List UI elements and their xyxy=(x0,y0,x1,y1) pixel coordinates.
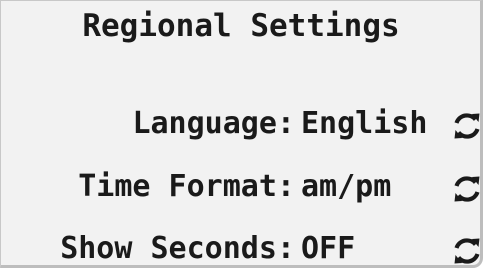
cycle-time-format-button[interactable] xyxy=(450,172,484,206)
setting-row-show-seconds: Show Seconds: OFF xyxy=(1,229,489,269)
setting-value-show-seconds: OFF xyxy=(301,231,356,266)
setting-label-time-format: Time Format: xyxy=(78,169,295,204)
setting-label-language: Language: xyxy=(132,106,295,141)
refresh-icon xyxy=(454,113,480,139)
setting-label-show-seconds: Show Seconds: xyxy=(60,231,295,266)
setting-value-time-format: am/pm xyxy=(301,169,392,204)
refresh-icon xyxy=(454,176,480,202)
setting-row-language: Language: English xyxy=(1,104,489,144)
settings-panel: Regional Settings Language: English Time… xyxy=(0,0,483,268)
cycle-show-seconds-button[interactable] xyxy=(450,234,484,268)
setting-row-time-format: Time Format: am/pm xyxy=(1,167,489,207)
refresh-icon xyxy=(454,238,480,264)
setting-value-language: English xyxy=(301,106,428,141)
cycle-language-button[interactable] xyxy=(450,109,484,143)
page-title: Regional Settings xyxy=(82,8,400,44)
